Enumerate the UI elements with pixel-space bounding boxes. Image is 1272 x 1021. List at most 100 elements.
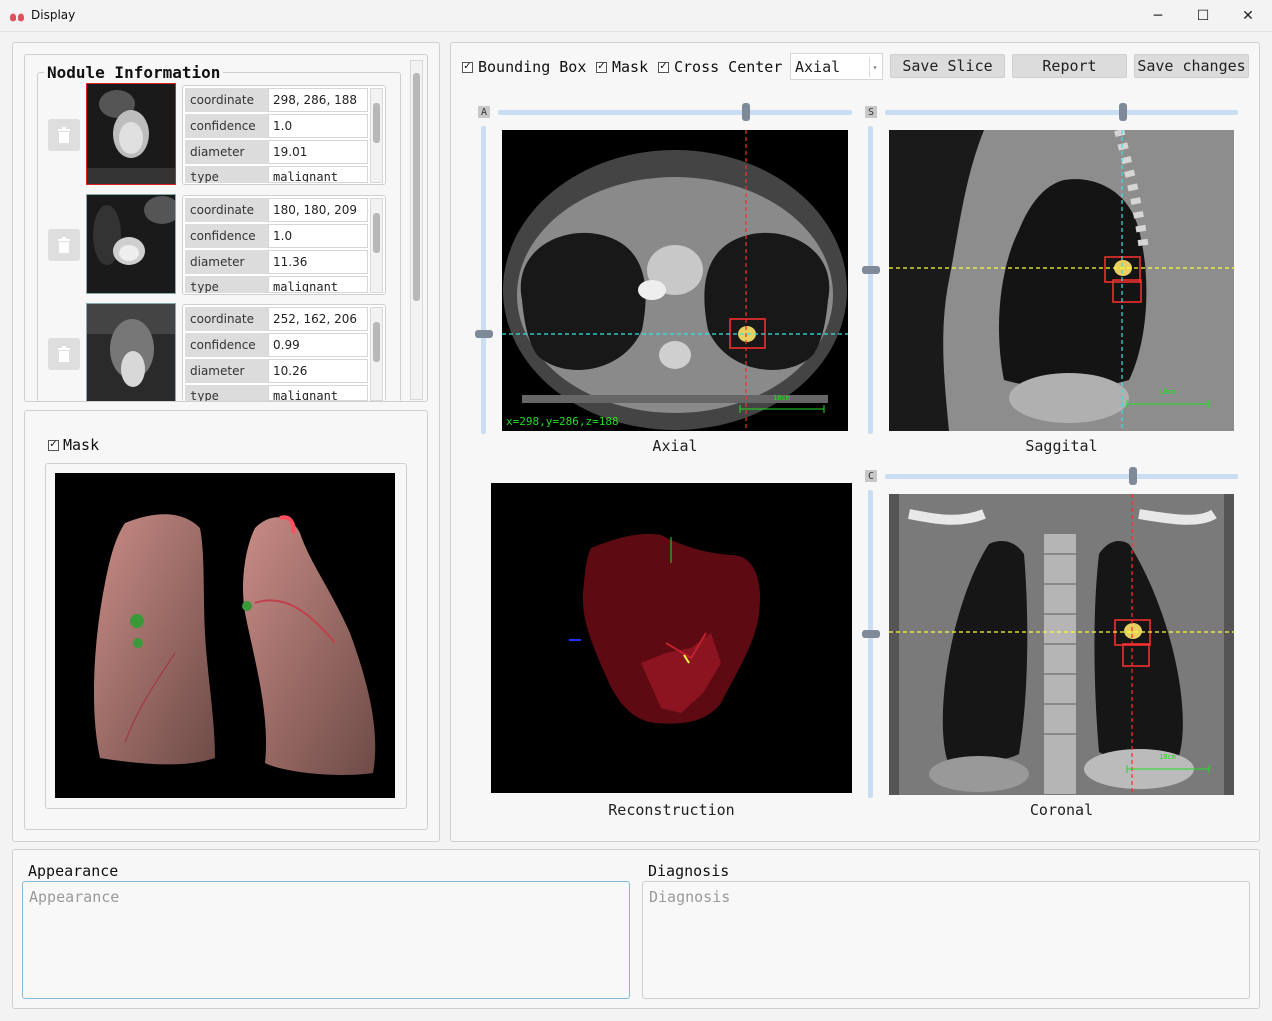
axial-coords-readout: x=298,y=286,z=188 <box>506 415 619 428</box>
saggital-view[interactable]: 10cm <box>889 130 1234 431</box>
confidence-field[interactable]: 0.99 <box>268 333 368 357</box>
coordinate-field[interactable]: 180, 180, 209 <box>268 198 368 222</box>
save-changes-button[interactable]: Save changes <box>1134 54 1249 78</box>
close-button[interactable]: ✕ <box>1225 0 1271 31</box>
coronal-h-slider[interactable] <box>885 474 1238 479</box>
saggital-h-slider[interactable] <box>885 110 1238 115</box>
nodule-thumbnail[interactable] <box>86 194 176 294</box>
chevron-down-icon: ▾ <box>869 57 880 77</box>
diameter-label: diameter <box>185 250 269 274</box>
axial-caption: Axial <box>652 437 698 455</box>
axial-slice-slider-handle[interactable] <box>475 330 493 338</box>
type-value: malignant <box>273 389 339 401</box>
card-scrollbar[interactable] <box>370 88 383 183</box>
minimize-button[interactable]: ─ <box>1135 0 1181 31</box>
delete-nodule-button[interactable] <box>48 338 80 370</box>
delete-nodule-button[interactable] <box>48 229 80 261</box>
coronal-slice-slider[interactable] <box>868 490 873 798</box>
trash-icon <box>58 127 70 143</box>
appearance-label: Appearance <box>28 862 119 880</box>
maximize-button[interactable]: ☐ <box>1180 0 1226 31</box>
diameter-label: diameter <box>185 140 269 164</box>
saggital-caption: Saggital <box>1025 437 1098 455</box>
diameter-label: diameter <box>185 359 269 383</box>
nodule-thumbnail[interactable] <box>86 83 176 185</box>
axial-slider-letter: A <box>478 106 490 118</box>
bounding-box-checkbox[interactable]: ✓ Bounding Box <box>462 58 586 76</box>
axial-scale-label: 10cm <box>773 394 790 402</box>
title-bar: Display ─ ☐ ✕ <box>0 0 1272 32</box>
checkbox-checked-icon: ✓ <box>658 61 669 73</box>
render3d-mask-label: Mask <box>63 436 100 454</box>
scrollbar-thumb[interactable] <box>413 73 420 301</box>
trash-icon <box>58 237 70 253</box>
render3d-mask-checkbox[interactable]: ✓ Mask <box>48 436 99 454</box>
nodule-thumbnail[interactable] <box>86 303 176 401</box>
lung-3d-render[interactable] <box>55 473 395 798</box>
diameter-field[interactable]: 11.36 <box>268 250 368 274</box>
panel-splitter[interactable] <box>442 42 446 842</box>
card-scrollbar[interactable] <box>370 307 383 401</box>
lungs-icon <box>9 8 25 26</box>
view-select-value: Axial <box>795 57 841 76</box>
saggital-slice-slider[interactable] <box>868 126 873 434</box>
type-label: type <box>185 166 269 183</box>
diameter-field[interactable]: 10.26 <box>268 359 368 383</box>
reconstruction-caption: Reconstruction <box>608 801 735 819</box>
type-label: type <box>185 385 269 401</box>
reconstruction-view[interactable] <box>491 483 852 793</box>
checkbox-checked-icon: ✓ <box>596 61 607 73</box>
confidence-field[interactable]: 1.0 <box>268 114 368 138</box>
confidence-label: confidence <box>185 224 269 248</box>
coordinate-label: coordinate <box>185 307 269 331</box>
trash-icon <box>58 346 70 362</box>
coordinate-field[interactable]: 252, 162, 206 <box>268 307 368 331</box>
type-value: malignant <box>273 280 339 293</box>
coronal-slider-letter: C <box>865 470 877 482</box>
coronal-view[interactable]: 10cm <box>889 494 1234 795</box>
window-title: Display <box>31 8 76 22</box>
confidence-field[interactable]: 1.0 <box>268 224 368 248</box>
confidence-label: confidence <box>185 114 269 138</box>
type-select[interactable]: malignant <box>268 385 368 401</box>
cross-center-label: Cross Center <box>674 58 783 76</box>
coronal-scale-label: 10cm <box>1159 753 1176 761</box>
card-scrollbar[interactable] <box>370 198 383 293</box>
coronal-slice-slider-handle[interactable] <box>862 630 880 638</box>
diagnosis-textarea[interactable] <box>642 881 1250 999</box>
type-select[interactable]: malignant <box>268 166 368 183</box>
saggital-slice-slider-handle[interactable] <box>862 266 880 274</box>
save-slice-button[interactable]: Save Slice <box>890 54 1005 78</box>
maximize-icon: ☐ <box>1196 7 1210 24</box>
checkbox-checked-icon: ✓ <box>462 61 473 73</box>
nodule-list-scrollbar[interactable] <box>410 60 423 400</box>
coordinate-label: coordinate <box>185 88 269 112</box>
axial-view[interactable]: 10cm x=298,y=286,z=188 <box>502 130 848 431</box>
close-icon: ✕ <box>1242 7 1254 24</box>
axial-slice-slider[interactable] <box>481 126 486 434</box>
bounding-box-label: Bounding Box <box>478 58 587 76</box>
type-value: malignant <box>273 170 339 183</box>
axial-h-slider-handle[interactable] <box>742 103 750 121</box>
mask-checkbox[interactable]: ✓ Mask <box>596 58 648 76</box>
type-label: type <box>185 276 269 293</box>
axial-h-slider[interactable] <box>498 110 852 115</box>
report-button[interactable]: Report <box>1012 54 1127 78</box>
coronal-h-slider-handle[interactable] <box>1129 467 1137 485</box>
delete-nodule-button[interactable] <box>48 119 80 151</box>
saggital-scale-label: 10cm <box>1159 388 1176 396</box>
cross-center-checkbox[interactable]: ✓ Cross Center <box>658 58 782 76</box>
mask-label: Mask <box>612 58 649 76</box>
diagnosis-label: Diagnosis <box>648 862 730 880</box>
saggital-slider-letter: S <box>865 106 877 118</box>
coordinate-label: coordinate <box>185 198 269 222</box>
minimize-icon: ─ <box>1153 7 1163 24</box>
coronal-caption: Coronal <box>1029 801 1094 819</box>
coordinate-field[interactable]: 298, 286, 188 <box>268 88 368 112</box>
saggital-h-slider-handle[interactable] <box>1119 103 1127 121</box>
diameter-field[interactable]: 19.01 <box>268 140 368 164</box>
type-select[interactable]: malignant <box>268 276 368 293</box>
view-select[interactable]: Axial ▾ <box>790 53 883 80</box>
confidence-label: confidence <box>185 333 269 357</box>
appearance-textarea[interactable] <box>22 881 630 999</box>
